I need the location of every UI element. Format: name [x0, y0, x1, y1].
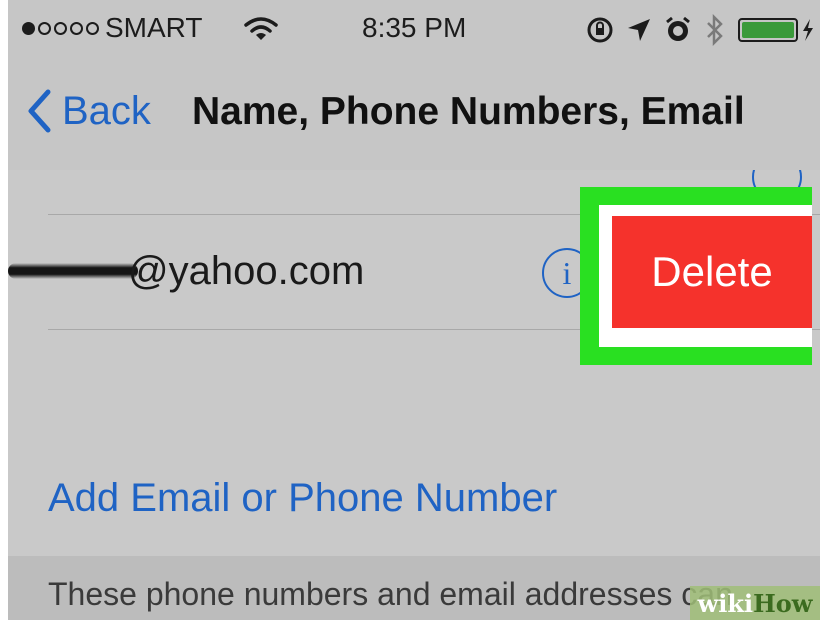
status-time: 8:35 PM: [362, 12, 467, 43]
status-bar: SMART 8:35 PM: [8, 0, 820, 60]
watermark-part2: How: [753, 588, 813, 618]
status-icons: [586, 14, 814, 46]
battery-fill: [742, 22, 794, 38]
watermark-part1: wiki: [697, 588, 754, 618]
redaction-mark: [8, 263, 138, 279]
carrier-name: SMART: [105, 12, 203, 43]
alarm-icon: [666, 16, 690, 41]
page-title: Name, Phone Numbers, Email: [192, 90, 745, 133]
wikihow-watermark: wiki How: [690, 586, 820, 620]
carrier-info: SMART: [22, 12, 203, 44]
signal-strength-icon: [22, 21, 99, 35]
chevron-left-icon: [28, 89, 51, 133]
email-address: @yahoo.com: [128, 249, 365, 293]
add-email-or-phone-button[interactable]: Add Email or Phone Number: [48, 476, 557, 521]
back-label: Back: [62, 88, 151, 133]
navigation-bar: Back Name, Phone Numbers, Email: [8, 60, 820, 170]
wifi-icon: [244, 17, 278, 40]
location-arrow-icon: [628, 19, 650, 41]
bluetooth-icon: [707, 14, 723, 46]
charging-bolt-icon: [803, 19, 813, 41]
footer-description: These phone numbers and email addresses …: [48, 576, 733, 612]
battery-icon: [738, 18, 798, 42]
orientation-lock-icon: [587, 17, 613, 43]
delete-button[interactable]: Delete: [612, 216, 812, 328]
back-button[interactable]: Back: [26, 88, 151, 134]
